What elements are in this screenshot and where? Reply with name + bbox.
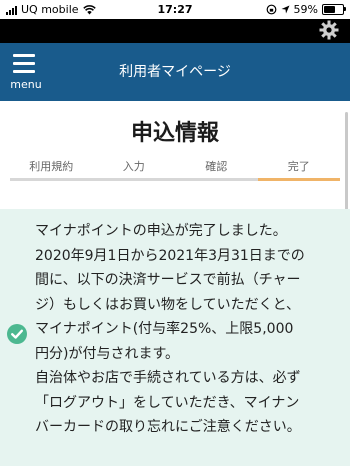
- location-arrow-icon: [281, 5, 290, 14]
- step-confirm: 確認: [175, 157, 258, 181]
- page-title: 申込情報: [130, 121, 219, 146]
- completion-message: マイナポイントの申込が完了しました。 2020年9月1日から2021年3月31日…: [0, 209, 350, 466]
- battery-percent: 59%: [293, 3, 318, 16]
- step-input: 入力: [92, 157, 176, 181]
- message-line: 2020年9月1日から2021年3月31日までの: [35, 247, 305, 264]
- scrollbar[interactable]: [345, 112, 348, 210]
- message-text: マイナポイントの申込が完了しました。 2020年9月1日から2021年3月31日…: [35, 219, 340, 440]
- top-toolbar: [0, 19, 350, 43]
- message-line: 自治体やお店で手続されている方は、必ず: [35, 370, 301, 386]
- step-label: 確認: [205, 160, 228, 173]
- progress-steps: 利用規約 入力 確認 完了: [10, 157, 340, 181]
- message-line: 円分)が付与されます。: [35, 345, 180, 362]
- status-bar: UQ mobile 17:27 59%: [0, 0, 350, 19]
- orientation-lock-icon: [266, 4, 276, 15]
- page-header: menu 利用者マイページ: [0, 43, 350, 101]
- message-line: マイナポイントの申込が完了しました。: [35, 223, 287, 239]
- message-line: バーカードの取り忘れにご注意ください。: [35, 419, 301, 435]
- message-line: 「ログアウト」をしていただき、マイナン: [35, 394, 300, 411]
- gear-icon[interactable]: [319, 20, 339, 40]
- step-label: 入力: [122, 160, 145, 173]
- header-title: 利用者マイページ: [119, 64, 231, 80]
- step-complete: 完了: [257, 157, 341, 181]
- message-line: 間に、以下の決済サービスで前払（チャー: [35, 272, 301, 288]
- step-terms: 利用規約: [10, 157, 93, 181]
- step-label: 利用規約: [29, 160, 74, 173]
- step-label: 完了: [287, 160, 310, 173]
- check-circle-icon: [7, 324, 27, 344]
- battery-icon: [322, 4, 346, 15]
- message-line: ジ）もしくはお買い物をしていただくと、: [35, 296, 301, 313]
- message-line: マイナポイント(付与率25%、上限5,000: [35, 321, 294, 337]
- status-right: 59%: [266, 3, 346, 16]
